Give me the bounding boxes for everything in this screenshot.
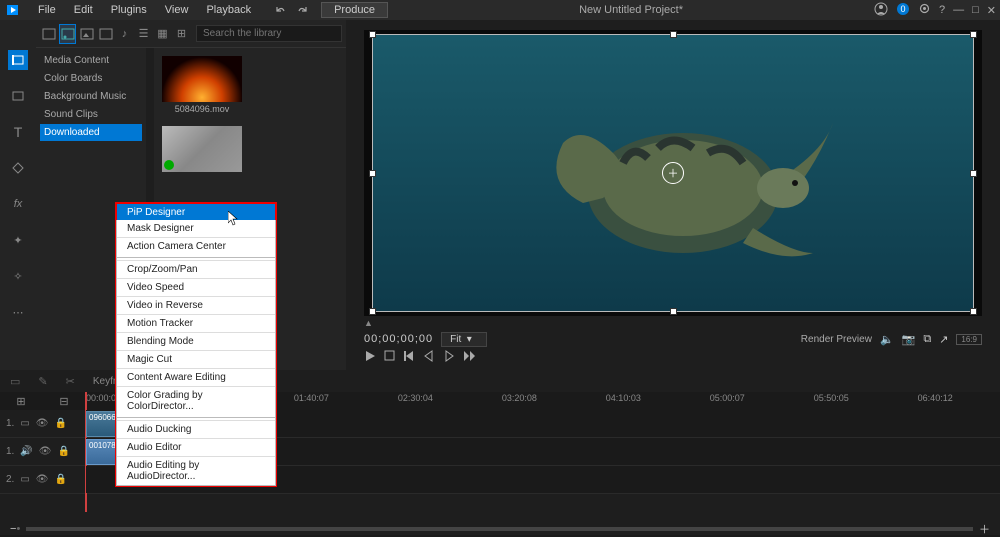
menu-playback[interactable]: Playback <box>198 2 259 18</box>
track-audio-icon[interactable]: 🔊 <box>20 446 32 457</box>
thumb-label: 5084096.mov <box>162 104 242 114</box>
track-video-icon[interactable]: ▭ <box>20 474 29 485</box>
step-back-icon[interactable] <box>423 350 435 365</box>
track-lock-icon[interactable]: 🔒 <box>55 418 67 429</box>
popout-icon[interactable]: ↗ <box>939 333 948 346</box>
menu-view[interactable]: View <box>157 2 197 18</box>
audio-room-icon[interactable]: ✧ <box>8 266 28 286</box>
mouse-cursor-icon <box>228 211 240 227</box>
play-icon[interactable] <box>364 350 376 365</box>
track-visible-icon[interactable]: 👁 <box>36 474 49 485</box>
user-icon[interactable] <box>874 2 888 19</box>
pencil-icon[interactable]: ✎ <box>38 375 47 388</box>
ctx-magic-cut[interactable]: Magic Cut <box>117 350 275 368</box>
ctx-action-camera[interactable]: Action Camera Center <box>117 237 275 255</box>
cat-media-content[interactable]: Media Content <box>40 52 142 69</box>
timecode-display[interactable]: 00;00;00;00 <box>364 333 433 345</box>
track-video-icon[interactable]: ▭ <box>20 418 29 429</box>
left-tool-strip: T fx ✦ ✧ ⋯ <box>0 20 36 370</box>
filter-video-icon[interactable] <box>59 24 76 44</box>
ctx-audio-editor[interactable]: Audio Editor <box>117 438 275 456</box>
ctx-audio-director[interactable]: Audio Editing by AudioDirector... <box>117 456 275 485</box>
media-thumb-2[interactable] <box>162 126 242 172</box>
track-lock-icon[interactable]: 🔒 <box>58 446 70 457</box>
effect-room-icon[interactable] <box>8 86 28 106</box>
ctx-blending-mode[interactable]: Blending Mode <box>117 332 275 350</box>
media-room-icon[interactable] <box>8 50 28 70</box>
svg-text:0: 0 <box>900 4 905 14</box>
aspect-ratio-display[interactable]: 16:9 <box>956 334 982 345</box>
preview-frame[interactable]: ＋ <box>372 34 974 312</box>
more-room-icon[interactable]: ⋯ <box>8 302 28 322</box>
ctx-audio-ducking[interactable]: Audio Ducking <box>117 420 275 438</box>
particle-room-icon[interactable]: ✦ <box>8 230 28 250</box>
maximize-icon[interactable]: □ <box>972 4 979 16</box>
cat-sound-clips[interactable]: Sound Clips <box>40 106 142 123</box>
view-detail-icon[interactable]: ⊞ <box>173 24 190 44</box>
cat-color-boards[interactable]: Color Boards <box>40 70 142 87</box>
ctx-video-speed[interactable]: Video Speed <box>117 278 275 296</box>
minimize-icon[interactable]: — <box>953 4 964 16</box>
stop-icon[interactable] <box>384 350 395 364</box>
ctx-crop-zoom-pan[interactable]: Crop/Zoom/Pan <box>117 260 275 278</box>
view-grid-icon[interactable]: ▦ <box>154 24 171 44</box>
view-list-icon[interactable]: ☰ <box>135 24 152 44</box>
scissors-icon[interactable]: ✂ <box>66 375 75 388</box>
next-frame-icon[interactable] <box>463 350 477 365</box>
ruler-mode-2-icon[interactable]: ⊟ <box>59 395 68 408</box>
volume-icon[interactable]: 🔈 <box>880 333 894 346</box>
preview-canvas[interactable]: ＋ <box>364 30 982 316</box>
snapshot-icon[interactable]: 📷 <box>902 333 916 346</box>
cat-bg-music[interactable]: Background Music <box>40 88 142 105</box>
undo-icon[interactable] <box>269 1 291 19</box>
dock-icon[interactable]: ⧉ <box>923 333 931 346</box>
ruler-mode-1-icon[interactable]: ⊞ <box>16 395 25 408</box>
track-visible-icon[interactable]: 👁 <box>39 446 52 457</box>
filter-color-icon[interactable] <box>97 24 114 44</box>
main-menu: File Edit Plugins View Playback <box>30 2 259 18</box>
zoom-fit-select[interactable]: Fit ▾ <box>441 332 487 347</box>
help-icon[interactable]: ? <box>939 4 945 16</box>
notifications-icon[interactable]: 0 <box>896 2 910 19</box>
filter-audio-icon[interactable]: ♪ <box>116 24 133 44</box>
search-input[interactable] <box>196 25 342 42</box>
close-icon[interactable]: ✕ <box>987 4 996 17</box>
ctx-motion-tracker[interactable]: Motion Tracker <box>117 314 275 332</box>
step-fwd-icon[interactable] <box>443 350 455 365</box>
import-icon[interactable] <box>40 24 57 44</box>
ctx-color-grading[interactable]: Color Grading by ColorDirector... <box>117 386 275 415</box>
ctx-pip-designer[interactable]: PiP Designer <box>117 204 275 221</box>
media-thumb-1[interactable]: 5084096.mov <box>162 56 242 114</box>
app-logo <box>4 0 24 20</box>
menu-edit[interactable]: Edit <box>66 2 101 18</box>
ctx-video-reverse[interactable]: Video in Reverse <box>117 296 275 314</box>
prev-frame-icon[interactable] <box>403 350 415 365</box>
context-menu: PiP Designer Mask Designer Action Camera… <box>115 202 277 487</box>
menu-plugins[interactable]: Plugins <box>103 2 155 18</box>
ctx-content-aware[interactable]: Content Aware Editing <box>117 368 275 386</box>
render-preview-button[interactable]: Render Preview <box>801 334 872 345</box>
preview-panel: ＋ ▲ 00;00;00;00 Fit ▾ Render Preview 🔈 📷… <box>346 20 1000 370</box>
ctx-mask-designer[interactable]: Mask Designer <box>117 220 275 237</box>
gear-icon[interactable] <box>918 2 931 18</box>
tl-toggle-icon[interactable]: ▭ <box>10 375 20 388</box>
scrub-marker-icon[interactable]: ▲ <box>364 318 373 328</box>
title-room-icon[interactable]: T <box>8 122 28 142</box>
transition-room-icon[interactable] <box>8 158 28 178</box>
redo-icon[interactable] <box>291 1 313 19</box>
timeline-scroll[interactable]: − • ＋ <box>0 523 1000 535</box>
center-crosshair-icon[interactable]: ＋ <box>662 162 684 184</box>
menu-file[interactable]: File <box>30 2 64 18</box>
filter-image-icon[interactable] <box>78 24 95 44</box>
fx-room-icon[interactable]: fx <box>8 194 28 214</box>
track-lock-icon[interactable]: 🔒 <box>55 474 67 485</box>
project-title: New Untitled Project* <box>388 4 874 16</box>
track-visible-icon[interactable]: 👁 <box>36 418 49 429</box>
produce-button[interactable]: Produce <box>321 2 388 18</box>
cat-downloaded[interactable]: Downloaded <box>40 124 142 141</box>
